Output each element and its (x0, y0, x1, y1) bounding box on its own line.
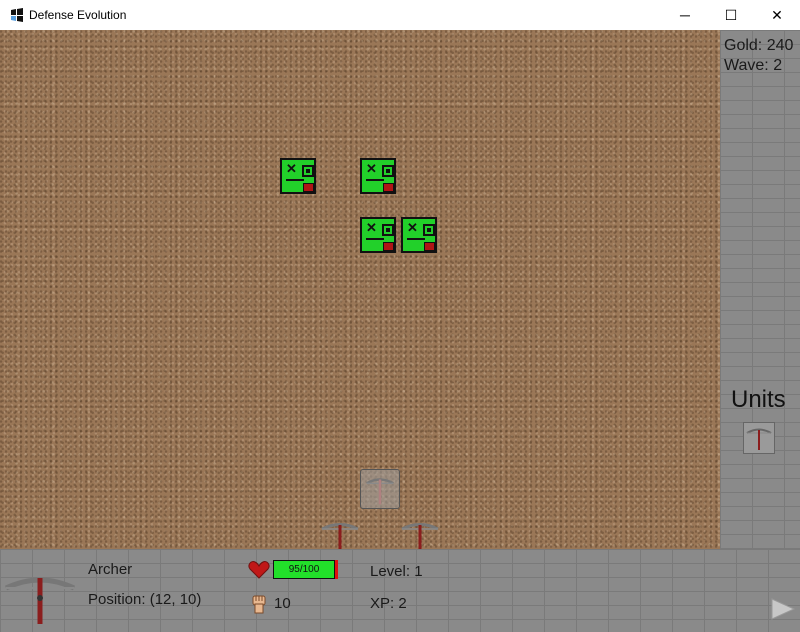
enemy-creature[interactable]: ✕ (280, 158, 316, 194)
enemy-marker (424, 242, 435, 251)
unit-name: Archer (88, 561, 133, 578)
enemy-eye-x: ✕ (407, 220, 418, 235)
units-title: Units (731, 386, 786, 413)
maximize-button[interactable]: ☐ (708, 0, 754, 30)
unit-xp: XP: 2 (370, 595, 407, 612)
wave-counter: Wave: 2 (724, 57, 783, 74)
unit-crossbow-button[interactable] (743, 422, 775, 454)
close-button[interactable]: ✕ (754, 0, 800, 30)
enemy-eye-square (382, 224, 394, 236)
title-bar: Defense Evolution ─ ☐ ✕ (0, 0, 800, 30)
crossbow-tower[interactable] (400, 521, 440, 549)
enemy-eye-x: ✕ (366, 220, 377, 235)
gold-counter: Gold: 240 (724, 37, 794, 54)
enemy-eye-square (423, 224, 435, 236)
enemy-marker (383, 183, 394, 192)
enemy-eye-x: ✕ (286, 161, 297, 176)
selected-unit-crossbow-icon (4, 577, 76, 624)
health-bar: 95/100 (273, 560, 335, 579)
enemy-mouth (407, 238, 425, 240)
play-icon[interactable] (770, 597, 796, 621)
enemy-marker (303, 183, 314, 192)
enemy-creature[interactable]: ✕ (360, 158, 396, 194)
health-text: 95/100 (288, 564, 320, 575)
app-icon (11, 8, 23, 22)
unit-damage: 10 (274, 595, 291, 612)
side-panel (720, 30, 800, 549)
unit-level: Level: 1 (370, 563, 423, 580)
enemy-creature[interactable]: ✕ (401, 217, 437, 253)
selected-tower[interactable] (360, 469, 400, 509)
enemy-mouth (366, 179, 384, 181)
enemy-eye-square (382, 165, 394, 177)
enemy-marker (383, 242, 394, 251)
fist-icon (252, 595, 266, 614)
enemy-mouth (286, 179, 304, 181)
health-bar-missing (335, 560, 338, 579)
heart-icon (248, 561, 270, 579)
enemy-creature[interactable]: ✕ (360, 217, 396, 253)
minimize-button[interactable]: ─ (662, 0, 708, 30)
crossbow-tower[interactable] (320, 521, 360, 549)
enemy-eye-square (302, 165, 314, 177)
crossbow-icon (746, 428, 772, 450)
unit-position: Position: (12, 10) (88, 591, 202, 608)
crossbow-icon (366, 478, 394, 505)
window-title: Defense Evolution (29, 8, 127, 22)
enemy-eye-x: ✕ (366, 161, 377, 176)
enemy-mouth (366, 238, 384, 240)
